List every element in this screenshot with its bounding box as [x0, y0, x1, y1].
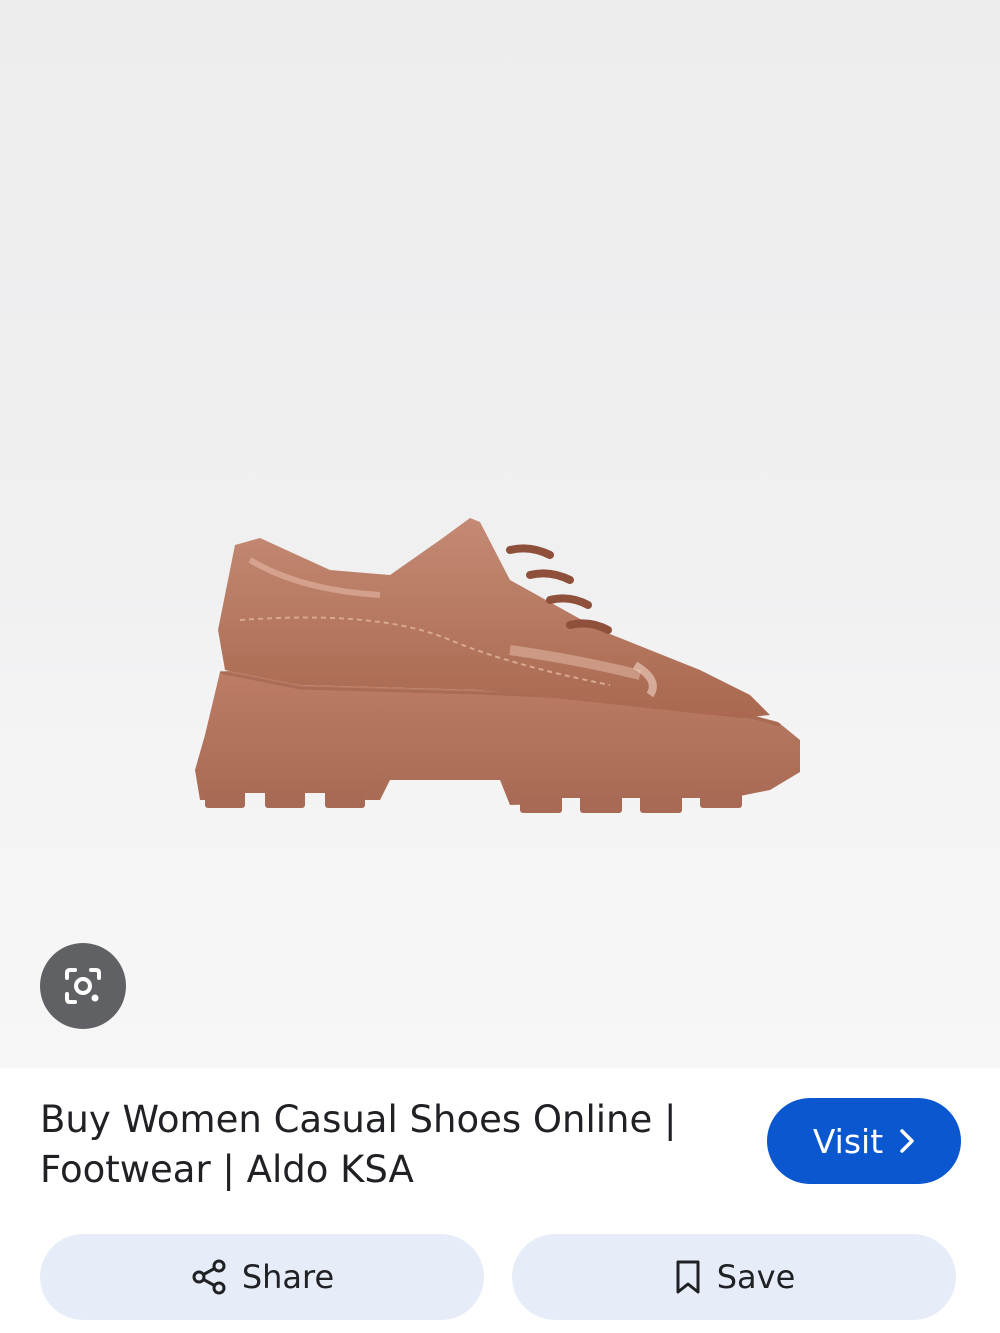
visit-button[interactable]: Visit: [767, 1098, 961, 1184]
save-label: Save: [716, 1258, 796, 1296]
save-button[interactable]: Save: [512, 1234, 956, 1320]
google-lens-icon: [65, 968, 101, 1004]
share-label: Share: [241, 1258, 335, 1296]
product-image[interactable]: [0, 0, 1000, 1068]
google-lens-button[interactable]: [40, 943, 126, 1029]
result-title[interactable]: Buy Women Casual Shoes Online | Footwear…: [40, 1095, 720, 1195]
bookmark-icon: [676, 1260, 700, 1294]
result-title-line2: Footwear | Aldo KSA: [40, 1148, 414, 1191]
visit-label: Visit: [812, 1121, 884, 1161]
result-title-line1: Buy Women Casual Shoes Online |: [40, 1098, 677, 1141]
chevron-right-icon: [900, 1129, 914, 1153]
share-icon: [192, 1259, 226, 1295]
shoe-image: [195, 518, 800, 813]
share-button[interactable]: Share: [40, 1234, 484, 1320]
